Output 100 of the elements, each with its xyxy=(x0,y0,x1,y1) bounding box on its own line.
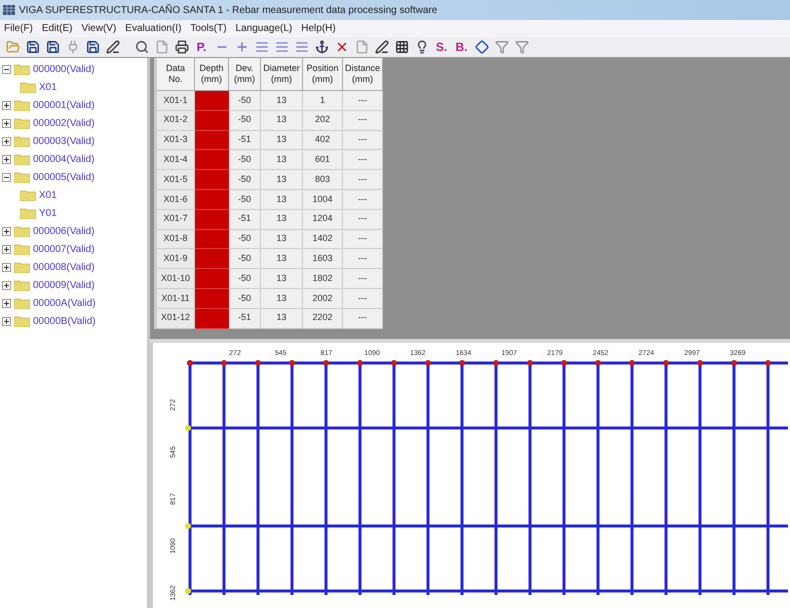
folder-icon xyxy=(14,99,30,111)
header-text: Distance xyxy=(344,63,380,74)
pen-icon[interactable] xyxy=(373,38,390,56)
collapse-icon[interactable] xyxy=(2,172,11,182)
expand-icon[interactable] xyxy=(2,226,11,236)
menu-item[interactable]: File(F) xyxy=(4,21,33,36)
expand-icon[interactable] xyxy=(2,262,11,272)
toolbar-button[interactable]: S. xyxy=(433,38,450,56)
tree-item[interactable]: X01 xyxy=(39,80,57,94)
column-header[interactable]: Position (mm) xyxy=(303,58,343,91)
table-cell: 1402 xyxy=(303,230,343,250)
header-text: No. xyxy=(168,74,182,85)
table-cell: --- xyxy=(343,249,383,270)
pen-icon[interactable] xyxy=(104,38,121,56)
table-cell: --- xyxy=(343,269,383,289)
tree-item[interactable]: 00000A(Valid) xyxy=(33,296,96,310)
menu-item[interactable]: Edit(E) xyxy=(42,21,72,36)
table-cell: 13 xyxy=(261,130,303,150)
table-cell: 13 xyxy=(261,150,303,170)
folder-icon xyxy=(14,279,30,291)
table-cell: --- xyxy=(343,110,383,131)
header-text: Depth xyxy=(199,63,224,74)
table-cell: -50 xyxy=(229,230,261,250)
table-cell: -50 xyxy=(229,190,261,210)
table-cell: 2002 xyxy=(303,288,343,309)
anchor-icon[interactable] xyxy=(313,38,330,56)
expand-icon[interactable] xyxy=(2,316,11,326)
folder-icon xyxy=(14,261,30,273)
expand-icon[interactable] xyxy=(2,154,11,164)
column-header[interactable]: Dev. (mm) xyxy=(229,58,261,91)
expand-icon[interactable] xyxy=(2,136,11,146)
expand-icon[interactable] xyxy=(2,298,11,308)
magnifier-icon[interactable] xyxy=(133,38,150,56)
tree-item[interactable]: 000002(Valid) xyxy=(33,116,95,130)
folder-icon xyxy=(20,207,36,219)
expand-icon[interactable] xyxy=(2,118,11,128)
column-header[interactable]: Depth (mm) xyxy=(195,58,229,91)
tree-item[interactable]: 000007(Valid) xyxy=(33,242,95,256)
disk-icon[interactable] xyxy=(24,38,41,56)
table-cell: -50 xyxy=(229,170,261,190)
table-cell: X01-6 xyxy=(157,190,195,210)
tree-item[interactable]: 000000(Valid) xyxy=(33,62,95,76)
tree-item[interactable]: 000005(Valid) xyxy=(33,170,95,184)
tree-item[interactable]: 000008(Valid) xyxy=(33,260,95,274)
tree-item[interactable]: 000003(Valid) xyxy=(33,134,95,148)
table-cell: 601 xyxy=(303,150,343,170)
tree-item[interactable]: 000004(Valid) xyxy=(33,152,95,166)
toolbar-button[interactable]: B. xyxy=(453,38,470,56)
menu-item[interactable]: View(V) xyxy=(81,21,116,36)
tree-item[interactable]: 000006(Valid) xyxy=(33,224,95,238)
expand-icon[interactable] xyxy=(2,100,11,110)
table-cell: --- xyxy=(343,230,383,250)
header-text: Dev. xyxy=(236,63,254,74)
table-cell: 402 xyxy=(303,130,343,150)
folder-icon xyxy=(14,171,30,183)
app-icon xyxy=(3,5,15,15)
tree-item[interactable]: 000001(Valid) xyxy=(33,98,95,112)
folder-icon xyxy=(14,297,30,309)
expand-icon[interactable] xyxy=(2,280,11,290)
column-header[interactable]: Diameter (mm) xyxy=(261,58,303,91)
tree-item[interactable]: Y01 xyxy=(39,206,57,220)
menu-item[interactable]: Language(L) xyxy=(236,21,292,36)
printer-icon[interactable] xyxy=(173,38,190,56)
table-cell: --- xyxy=(343,130,383,150)
table-cell: X01-12 xyxy=(157,308,195,329)
header-text: Diameter xyxy=(263,63,300,74)
menu-item[interactable]: Tools(T) xyxy=(190,21,227,36)
table-cell: 202 xyxy=(303,110,343,131)
collapse-icon[interactable] xyxy=(2,64,11,74)
table-cell: --- xyxy=(343,91,383,111)
table-cell: 1802 xyxy=(303,269,343,289)
tree-item[interactable]: X01 xyxy=(39,188,57,202)
tree-item[interactable]: 00000B(Valid) xyxy=(33,314,96,328)
header-text: Position xyxy=(306,63,339,74)
table-cell: 2202 xyxy=(303,308,343,329)
disk-icon[interactable] xyxy=(84,38,101,56)
table-cell: -50 xyxy=(229,288,261,309)
table-cell: -51 xyxy=(229,308,261,329)
folder-icon xyxy=(14,117,30,129)
column-header[interactable]: Data No. xyxy=(157,58,195,91)
menu-item[interactable]: Evaluation(I) xyxy=(125,21,182,36)
table-cell: X01-8 xyxy=(157,230,195,250)
column-header[interactable]: Distance (mm) xyxy=(343,58,383,91)
table-cell: --- xyxy=(343,150,383,170)
folder-icon xyxy=(14,225,30,237)
diamond-icon[interactable] xyxy=(473,38,490,56)
tree-item[interactable]: 000009(Valid) xyxy=(33,278,95,292)
table-cell: --- xyxy=(343,190,383,210)
toolbar-button[interactable]: P. xyxy=(193,38,210,56)
grid-icon[interactable] xyxy=(393,38,410,56)
folder-icon xyxy=(14,243,30,255)
disk-icon[interactable] xyxy=(44,38,61,56)
table-cell: 13 xyxy=(261,249,303,270)
table-cell: 13 xyxy=(261,308,303,329)
folder-icon xyxy=(14,315,30,327)
table-cell: X01-9 xyxy=(157,249,195,270)
expand-icon[interactable] xyxy=(2,244,11,254)
table-cell: 13 xyxy=(261,288,303,309)
header-text: (mm) xyxy=(201,74,222,85)
menu-item[interactable]: Help(H) xyxy=(301,21,336,36)
